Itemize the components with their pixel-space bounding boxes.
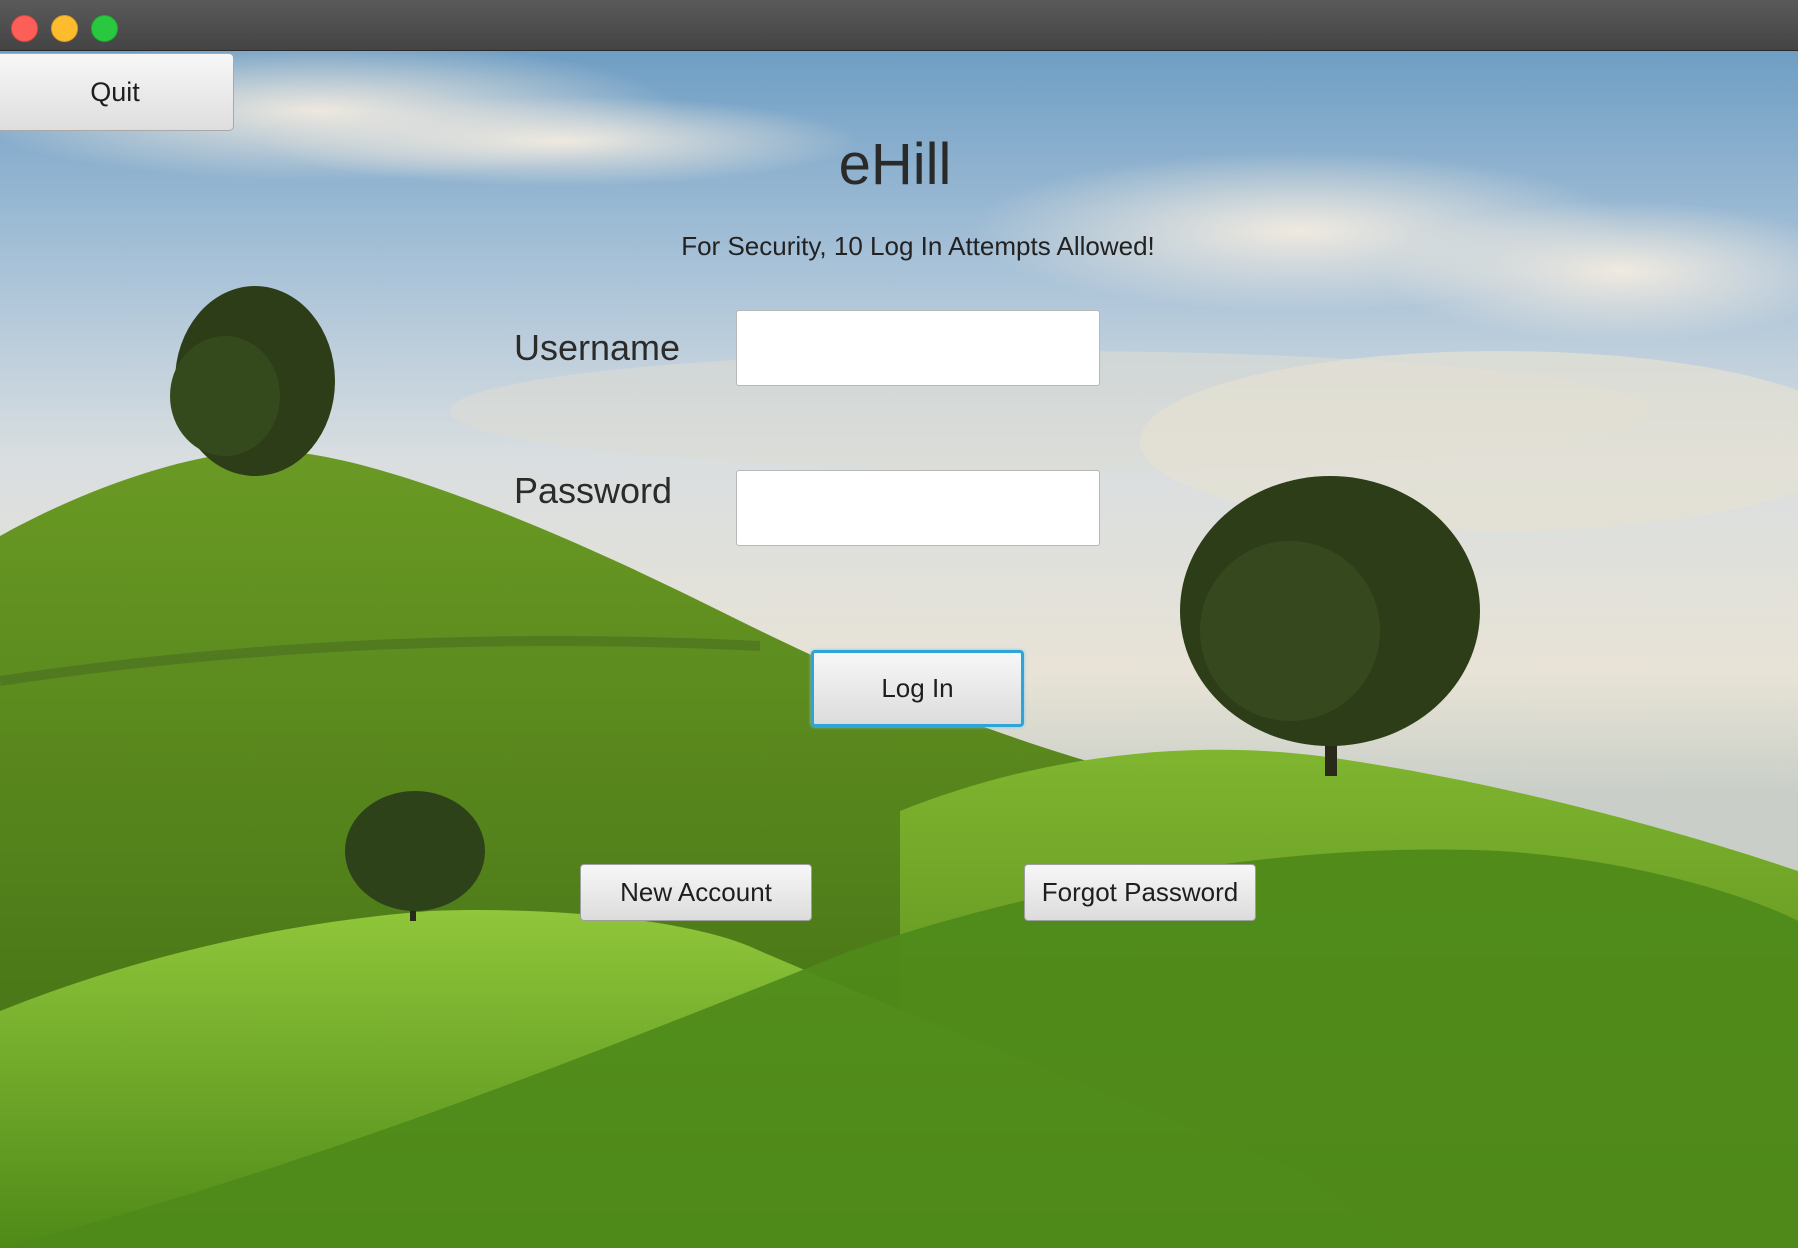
app-window: Quit eHill For Security, 10 Log In Attem… xyxy=(0,0,1798,1248)
maximize-window-icon[interactable] xyxy=(91,15,118,42)
app-title: eHill xyxy=(838,132,952,197)
title-bar xyxy=(0,0,1798,51)
quit-button[interactable]: Quit xyxy=(0,53,234,131)
forgot-password-button[interactable]: Forgot Password xyxy=(1024,864,1256,921)
close-window-icon[interactable] xyxy=(11,15,38,42)
password-input[interactable] xyxy=(736,470,1100,546)
password-label: Password xyxy=(514,470,673,511)
security-notice: For Security, 10 Log In Attempts Allowed… xyxy=(681,231,1155,261)
minimize-window-icon[interactable] xyxy=(51,15,78,42)
username-label: Username xyxy=(514,327,681,368)
login-screen: Quit eHill For Security, 10 Log In Attem… xyxy=(0,51,1798,1248)
username-input[interactable] xyxy=(736,310,1100,386)
new-account-button[interactable]: New Account xyxy=(580,864,812,921)
log-in-button[interactable]: Log In xyxy=(811,650,1024,727)
